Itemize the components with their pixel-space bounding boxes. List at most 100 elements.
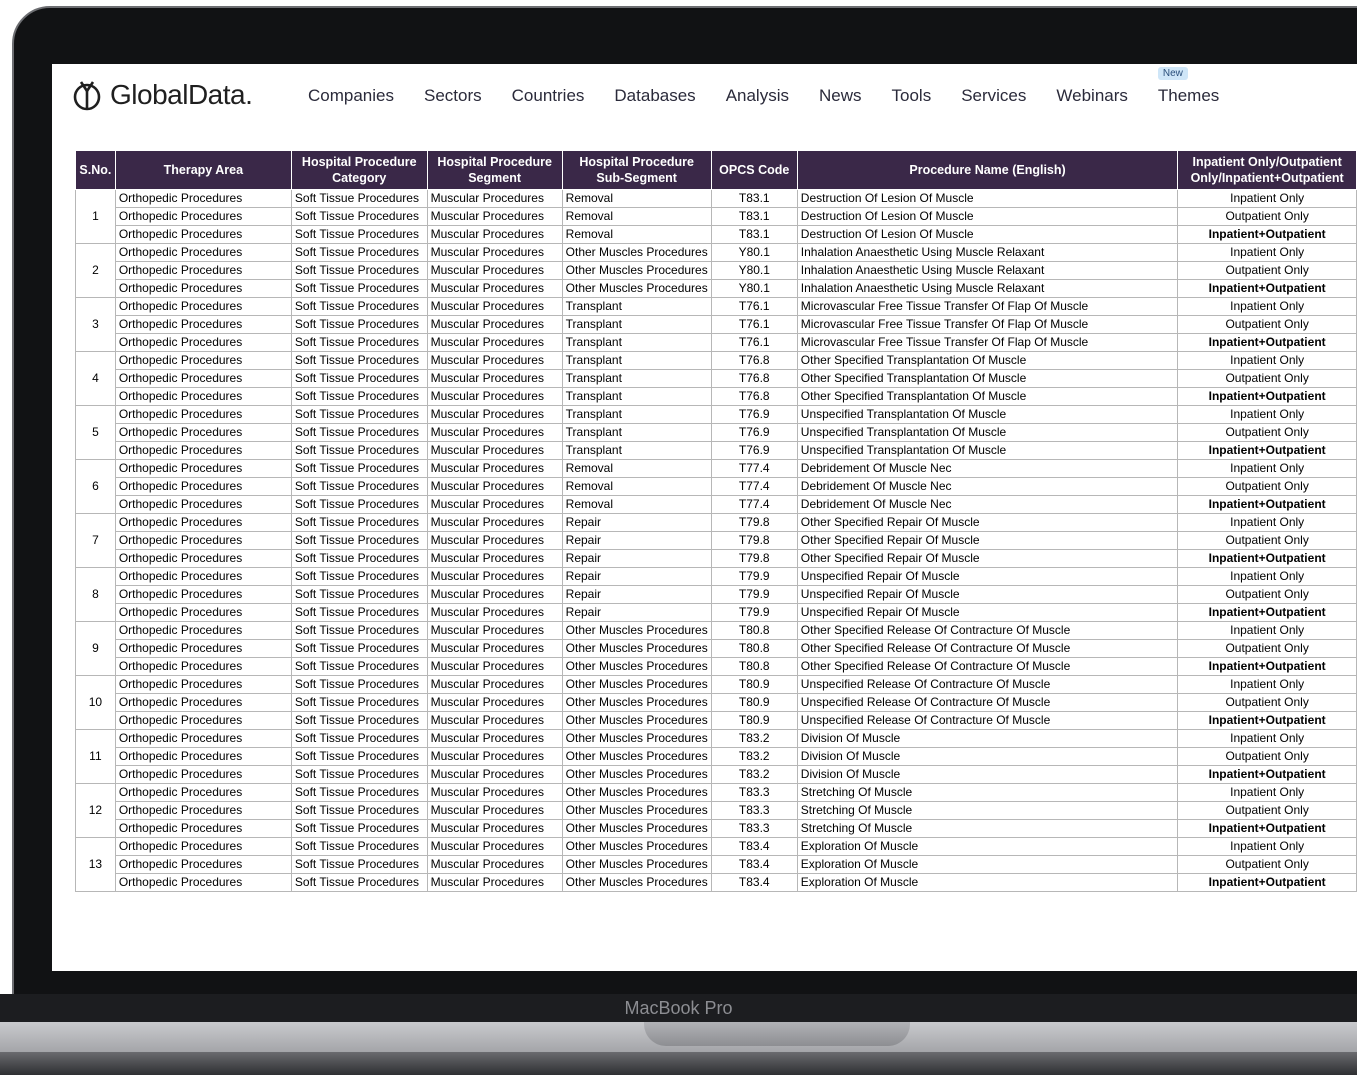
cell-procedure-segment: Muscular Procedures: [426, 657, 563, 676]
cell-opcs-code: T80.9: [710, 711, 798, 730]
nav-item-services[interactable]: Services: [961, 86, 1026, 106]
cell-opcs-code: T79.9: [710, 567, 798, 586]
header-opcs-code[interactable]: OPCS Code: [710, 150, 798, 190]
nav-item-databases[interactable]: Databases: [614, 86, 695, 106]
cell-procedure-subsegment: Transplant: [561, 423, 712, 442]
cell-opcs-code: T83.3: [710, 819, 798, 838]
cell-opcs-code: T83.1: [710, 207, 798, 226]
cell-procedure-category: Soft Tissue Procedures: [290, 459, 428, 478]
cell-opcs-code: T83.2: [710, 747, 798, 766]
header-sno[interactable]: S.No.: [75, 150, 116, 190]
cell-patient-setting: Outpatient Only: [1177, 855, 1357, 874]
cell-procedure-category: Soft Tissue Procedures: [290, 603, 428, 622]
cell-procedure-subsegment: Other Muscles Procedures: [561, 639, 712, 658]
nav-item-themes[interactable]: Themes New: [1157, 67, 1219, 106]
cell-procedure-subsegment: Other Muscles Procedures: [561, 693, 712, 712]
cell-procedure-subsegment: Transplant: [561, 297, 712, 316]
cell-procedure-segment: Muscular Procedures: [426, 765, 563, 784]
table-body: 1 Orthopedic Procedures Soft Tissue Proced…: [75, 189, 1357, 892]
globaldata-logo[interactable]: GlobalData.: [70, 78, 253, 112]
header-procedure-segment[interactable]: Hospital Procedure Segment: [426, 150, 563, 190]
table-row: Orthopedic Procedures Soft Tissue Procedu…: [76, 657, 1357, 676]
cell-procedure-name: Other Specified Transplantation Of Muscl…: [796, 351, 1179, 370]
laptop-hinge-notch: [644, 1022, 910, 1046]
cell-procedure-name: Microvascular Free Tissue Transfer Of Fl…: [796, 297, 1179, 316]
cell-procedure-subsegment: Removal: [561, 459, 712, 478]
cell-procedure-subsegment: Transplant: [561, 387, 712, 406]
cell-therapy-area: Orthopedic Procedures: [114, 423, 292, 442]
cell-procedure-category: Soft Tissue Procedures: [290, 405, 428, 424]
cell-sno: 13: [75, 837, 116, 892]
cell-procedure-name: Exploration Of Muscle: [796, 837, 1179, 856]
cell-procedure-category: Soft Tissue Procedures: [290, 315, 428, 334]
cell-sno: 5: [75, 405, 116, 460]
nav-item-companies[interactable]: Companies: [308, 86, 394, 106]
cell-therapy-area: Orthopedic Procedures: [114, 747, 292, 766]
cell-procedure-category: Soft Tissue Procedures: [290, 225, 428, 244]
cell-therapy-area: Orthopedic Procedures: [114, 387, 292, 406]
cell-therapy-area: Orthopedic Procedures: [114, 549, 292, 568]
cell-procedure-segment: Muscular Procedures: [426, 351, 563, 370]
header-patient-setting[interactable]: Inpatient Only/Outpatient Only/Inpatient…: [1177, 150, 1357, 190]
cell-procedure-name: Stretching Of Muscle: [796, 801, 1179, 820]
cell-opcs-code: T76.8: [710, 351, 798, 370]
cell-opcs-code: T76.9: [710, 405, 798, 424]
cell-procedure-category: Soft Tissue Procedures: [290, 873, 428, 892]
header-procedure-category[interactable]: Hospital Procedure Category: [290, 150, 428, 190]
table-header-row: S.No. Therapy Area Hospital Procedure Ca…: [75, 150, 1357, 190]
cell-patient-setting: Outpatient Only: [1177, 207, 1357, 226]
nav-item-sectors[interactable]: Sectors: [424, 86, 482, 106]
cell-procedure-subsegment: Other Muscles Procedures: [561, 621, 712, 640]
cell-therapy-area: Orthopedic Procedures: [114, 405, 292, 424]
cell-procedure-subsegment: Removal: [561, 477, 712, 496]
cell-patient-setting: Inpatient+Outpatient: [1177, 711, 1357, 730]
header-procedure-subsegment[interactable]: Hospital Procedure Sub-Segment: [561, 150, 712, 190]
cell-opcs-code: T76.9: [710, 423, 798, 442]
cell-procedure-name: Unspecified Transplantation Of Muscle: [796, 423, 1179, 442]
table-row: Orthopedic Procedures Soft Tissue Procedu…: [76, 477, 1357, 496]
cell-sno: 4: [75, 351, 116, 406]
cell-therapy-area: Orthopedic Procedures: [114, 675, 292, 694]
cell-procedure-subsegment: Other Muscles Procedures: [561, 261, 712, 280]
cell-procedure-category: Soft Tissue Procedures: [290, 297, 428, 316]
nav-item-label: Databases: [614, 86, 696, 105]
table-row: Orthopedic Procedures Soft Tissue Procedu…: [76, 441, 1357, 460]
procedures-table: S.No. Therapy Area Hospital Procedure Ca…: [75, 150, 1357, 892]
nav-item-analysis[interactable]: Analysis: [726, 86, 789, 106]
cell-procedure-segment: Muscular Procedures: [426, 189, 563, 208]
cell-patient-setting: Outpatient Only: [1177, 639, 1357, 658]
header-therapy-area[interactable]: Therapy Area: [114, 150, 292, 190]
table-row: 5 Orthopedic Procedures Soft Tissue Proced…: [75, 405, 1357, 460]
cell-procedure-subsegment: Other Muscles Procedures: [561, 819, 712, 838]
cell-procedure-category: Soft Tissue Procedures: [290, 783, 428, 802]
cell-therapy-area: Orthopedic Procedures: [114, 459, 292, 478]
nav-item-label: Analysis: [725, 86, 789, 105]
cell-opcs-code: T80.9: [710, 693, 798, 712]
cell-procedure-subsegment: Other Muscles Procedures: [561, 279, 712, 298]
cell-procedure-subsegment: Repair: [561, 531, 712, 550]
cell-patient-setting: Inpatient+Outpatient: [1177, 657, 1357, 676]
cell-procedure-subsegment: Transplant: [561, 333, 712, 352]
cell-procedure-segment: Muscular Procedures: [426, 837, 563, 856]
cell-procedure-name: Other Specified Transplantation Of Muscl…: [796, 369, 1179, 388]
cell-procedure-subsegment: Other Muscles Procedures: [561, 711, 712, 730]
cell-opcs-code: T83.1: [710, 189, 798, 208]
cell-opcs-code: T76.8: [710, 369, 798, 388]
nav-item-webinars[interactable]: Webinars: [1056, 86, 1128, 106]
table-row: 7 Orthopedic Procedures Soft Tissue Proced…: [75, 513, 1357, 568]
cell-procedure-segment: Muscular Procedures: [426, 369, 563, 388]
cell-procedure-category: Soft Tissue Procedures: [290, 675, 428, 694]
cell-procedure-category: Soft Tissue Procedures: [290, 369, 428, 388]
cell-procedure-category: Soft Tissue Procedures: [290, 585, 428, 604]
header-procedure-name[interactable]: Procedure Name (English): [796, 150, 1179, 190]
nav-item-tools[interactable]: Tools: [892, 86, 932, 106]
nav-item-news[interactable]: News: [819, 86, 862, 106]
cell-procedure-category: Soft Tissue Procedures: [290, 441, 428, 460]
nav-item-countries[interactable]: Countries: [512, 86, 585, 106]
cell-procedure-segment: Muscular Procedures: [426, 801, 563, 820]
cell-procedure-category: Soft Tissue Procedures: [290, 351, 428, 370]
cell-procedure-subsegment: Transplant: [561, 405, 712, 424]
cell-procedure-subsegment: Repair: [561, 603, 712, 622]
cell-opcs-code: T76.1: [710, 315, 798, 334]
cell-sno: 7: [75, 513, 116, 568]
